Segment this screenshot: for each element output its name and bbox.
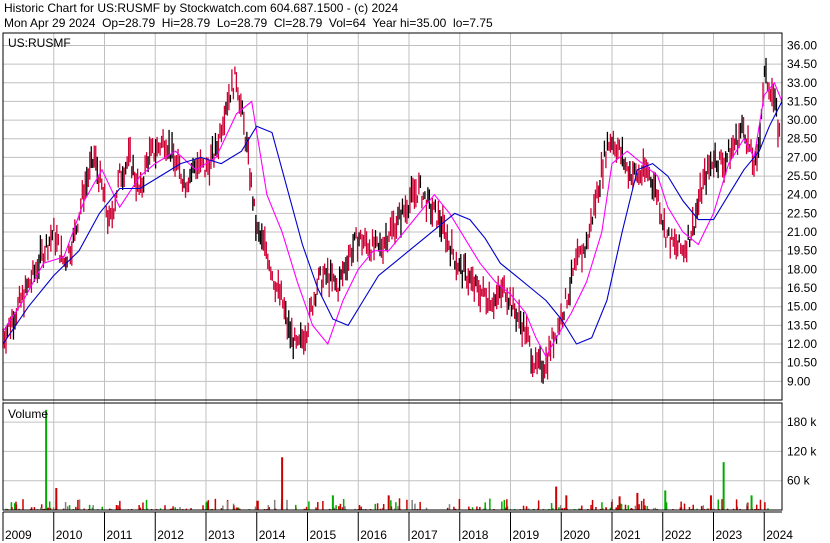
volume-grid — [3, 421, 782, 482]
volume-panel-title: Volume — [8, 407, 48, 421]
year-label: 2010 — [56, 528, 83, 542]
volume-tick-label: 60 k — [787, 474, 811, 488]
price-tick-label: 12.00 — [787, 337, 817, 351]
year-label: 2017 — [411, 528, 438, 542]
price-tick-label: 36.00 — [787, 38, 817, 52]
price-tick-label: 34.50 — [787, 57, 817, 71]
volume-axis-labels: 180 k 120 k 60 k — [787, 415, 817, 488]
year-label: 2019 — [512, 528, 539, 542]
volume-tick-label: 120 k — [787, 444, 817, 458]
price-tick-label: 21.00 — [787, 225, 817, 239]
price-tick-label: 15.00 — [787, 300, 817, 314]
year-label: 2012 — [157, 528, 184, 542]
year-label: 2009 — [5, 528, 32, 542]
price-tick-label: 9.00 — [787, 374, 811, 388]
price-axis-labels: 36.00 34.50 33.00 31.50 30.00 28.50 27.00 25.50… — [787, 38, 817, 388]
price-panel-title: US:RUSMF — [8, 36, 71, 50]
chart-page: Historic Chart for US:RUSMF by Stockwatc… — [0, 0, 830, 543]
panel-frames — [2, 32, 783, 513]
year-label: 2018 — [462, 528, 489, 542]
year-label: 2022 — [665, 528, 692, 542]
year-label: 2024 — [766, 528, 793, 542]
price-tick-label: 28.50 — [787, 132, 817, 146]
year-label: 2011 — [106, 528, 132, 542]
price-tick-label: 10.50 — [787, 356, 817, 370]
price-tick-label: 18.00 — [787, 262, 817, 276]
price-tick-label: 30.00 — [787, 113, 817, 127]
price-tick-label: 33.00 — [787, 76, 817, 90]
price-tick-label: 25.50 — [787, 169, 817, 183]
year-label: 2021 — [614, 528, 641, 542]
year-label: 2023 — [715, 528, 742, 542]
price-tick-label: 22.50 — [787, 206, 817, 220]
year-label: 2013 — [208, 528, 235, 542]
volume-tick-label: 180 k — [787, 415, 817, 429]
year-label: 2016 — [360, 528, 387, 542]
year-axis-labels: 2009 2010 2011 2012 2013 2014 2015 2016 2017 2018… — [5, 528, 793, 542]
volume-bars — [5, 409, 769, 510]
price-tick-label: 24.00 — [787, 188, 817, 202]
price-tick-label: 19.50 — [787, 244, 817, 258]
year-label: 2020 — [563, 528, 590, 542]
stock-chart: 36.00 34.50 33.00 31.50 30.00 28.50 27.00 25.50… — [2, 32, 817, 542]
price-tick-label: 31.50 — [787, 94, 817, 108]
year-label: 2014 — [259, 528, 286, 542]
year-label: 2015 — [309, 528, 336, 542]
price-tick-label: 16.50 — [787, 281, 817, 295]
price-tick-label: 27.00 — [787, 150, 817, 164]
time-grid — [2, 33, 765, 541]
price-tick-label: 13.50 — [787, 318, 817, 332]
